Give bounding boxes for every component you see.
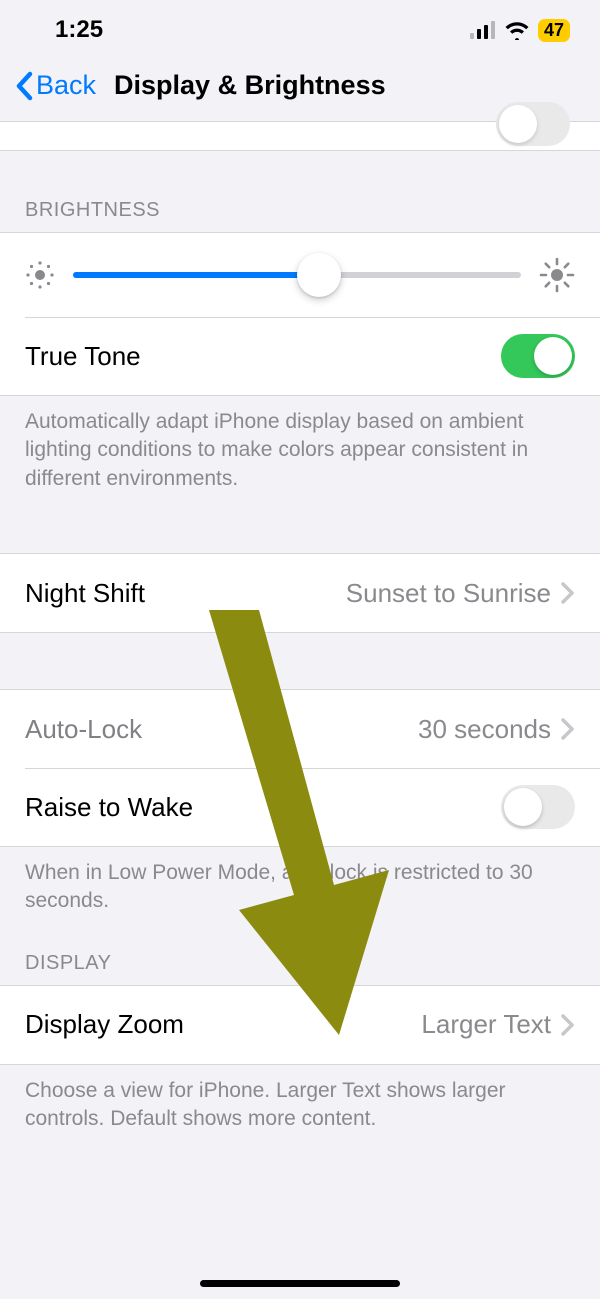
- slider-thumb[interactable]: [297, 253, 341, 297]
- raise-to-wake-toggle[interactable]: [501, 785, 575, 829]
- raise-to-wake-label: Raise to Wake: [25, 792, 193, 823]
- back-button[interactable]: Back: [14, 70, 96, 101]
- chevron-right-icon: [561, 718, 575, 740]
- cellular-icon: [470, 21, 496, 39]
- true-tone-row: True Tone: [0, 317, 600, 395]
- display-zoom-label: Display Zoom: [25, 1009, 184, 1040]
- brightness-slider[interactable]: [73, 272, 521, 278]
- section-header-display: DISPLAY: [0, 916, 600, 985]
- auto-lock-row[interactable]: Auto-Lock 30 seconds: [0, 690, 600, 768]
- sun-max-icon: [539, 257, 575, 293]
- night-shift-label: Night Shift: [25, 578, 145, 609]
- chevron-right-icon: [561, 582, 575, 604]
- display-zoom-value: Larger Text: [421, 1009, 551, 1040]
- status-time: 1:25: [55, 16, 103, 44]
- sun-min-icon: [25, 260, 55, 290]
- true-tone-toggle[interactable]: [501, 334, 575, 378]
- auto-lock-footer: When in Low Power Mode, auto-lock is res…: [0, 847, 600, 916]
- display-group: Display Zoom Larger Text: [0, 985, 600, 1065]
- display-zoom-footer: Choose a view for iPhone. Larger Text sh…: [0, 1065, 600, 1134]
- auto-lock-value: 30 seconds: [418, 714, 551, 745]
- page-title: Display & Brightness: [114, 70, 386, 101]
- section-header-brightness: BRIGHTNESS: [0, 151, 600, 232]
- previous-toggle[interactable]: [496, 102, 570, 146]
- auto-lock-label: Auto-Lock: [25, 714, 142, 745]
- wifi-icon: [504, 20, 530, 40]
- brightness-slider-row: [0, 233, 600, 317]
- partial-previous-row: [0, 121, 600, 151]
- status-right: 47: [470, 19, 570, 42]
- home-indicator[interactable]: [200, 1280, 400, 1287]
- autolock-group: Auto-Lock 30 seconds Raise to Wake: [0, 689, 600, 847]
- battery-level: 47: [538, 19, 570, 42]
- true-tone-label: True Tone: [25, 341, 141, 372]
- status-bar: 1:25 47: [0, 0, 600, 60]
- night-shift-row[interactable]: Night Shift Sunset to Sunrise: [0, 554, 600, 632]
- true-tone-footer: Automatically adapt iPhone display based…: [0, 396, 600, 493]
- brightness-group: True Tone: [0, 232, 600, 396]
- raise-to-wake-row: Raise to Wake: [0, 768, 600, 846]
- chevron-right-icon: [561, 1014, 575, 1036]
- slider-fill: [73, 272, 319, 278]
- display-zoom-row[interactable]: Display Zoom Larger Text: [0, 986, 600, 1064]
- chevron-left-icon: [14, 71, 34, 101]
- night-shift-group: Night Shift Sunset to Sunrise: [0, 553, 600, 633]
- night-shift-value: Sunset to Sunrise: [346, 578, 551, 609]
- back-label: Back: [36, 70, 96, 101]
